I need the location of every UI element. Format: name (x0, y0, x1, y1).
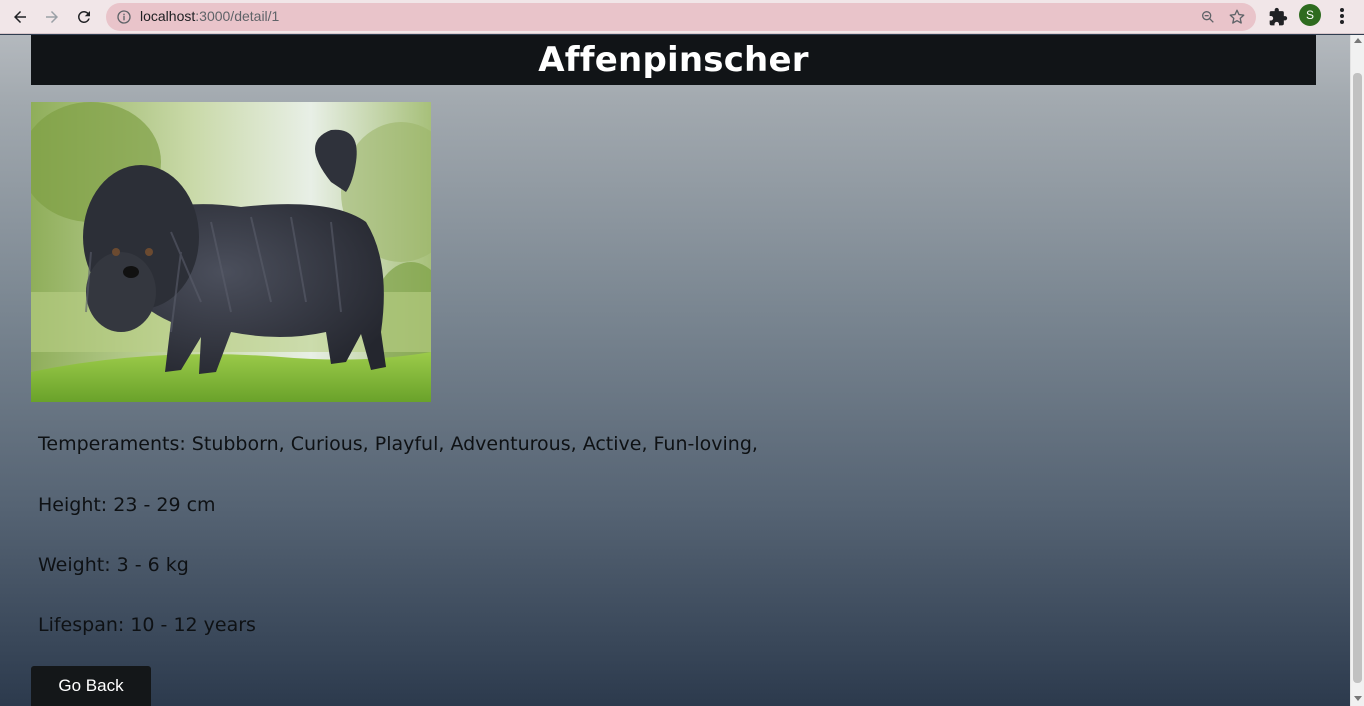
profile-avatar[interactable]: S (1299, 4, 1321, 26)
url-text[interactable]: localhost:3000/detail/1 (140, 8, 279, 24)
weight-text: Weight: 3 - 6 kg (38, 554, 189, 576)
height-text: Height: 23 - 29 cm (38, 494, 216, 516)
dog-photo-graphic (31, 102, 431, 402)
dog-photo (31, 102, 431, 402)
reload-button[interactable] (71, 4, 97, 30)
scrollbar-thumb[interactable] (1353, 73, 1362, 683)
address-bar[interactable]: localhost:3000/detail/1 (106, 3, 1256, 31)
page-title: Affenpinscher (538, 40, 809, 80)
bookmark-star-icon[interactable] (1228, 8, 1246, 26)
scroll-up-arrow-icon[interactable] (1354, 38, 1362, 43)
page-viewport: Affenpinscher Temperaments: Stubborn, Cu… (0, 35, 1350, 706)
temperaments-text: Temperaments: Stubborn, Curious, Playful… (38, 433, 758, 455)
info-icon[interactable] (116, 9, 132, 25)
back-button[interactable] (7, 4, 33, 30)
url-path: :3000/detail/1 (195, 8, 280, 24)
title-bar: Affenpinscher (31, 35, 1316, 85)
lifespan-text: Lifespan: 10 - 12 years (38, 614, 256, 636)
arrow-left-icon (14, 11, 26, 23)
zoom-icon[interactable] (1200, 9, 1216, 25)
extensions-puzzle-icon[interactable] (1268, 7, 1288, 27)
scroll-down-arrow-icon[interactable] (1354, 696, 1362, 701)
arrow-right-icon (46, 11, 58, 23)
url-host: localhost (140, 8, 196, 24)
page-scrollbar[interactable] (1350, 35, 1364, 706)
forward-button[interactable] (39, 4, 65, 30)
browser-toolbar: localhost:3000/detail/1 S (0, 0, 1364, 34)
go-back-button[interactable]: Go Back (31, 666, 151, 706)
reload-icon (77, 10, 90, 23)
more-menu-icon[interactable] (1334, 6, 1350, 26)
